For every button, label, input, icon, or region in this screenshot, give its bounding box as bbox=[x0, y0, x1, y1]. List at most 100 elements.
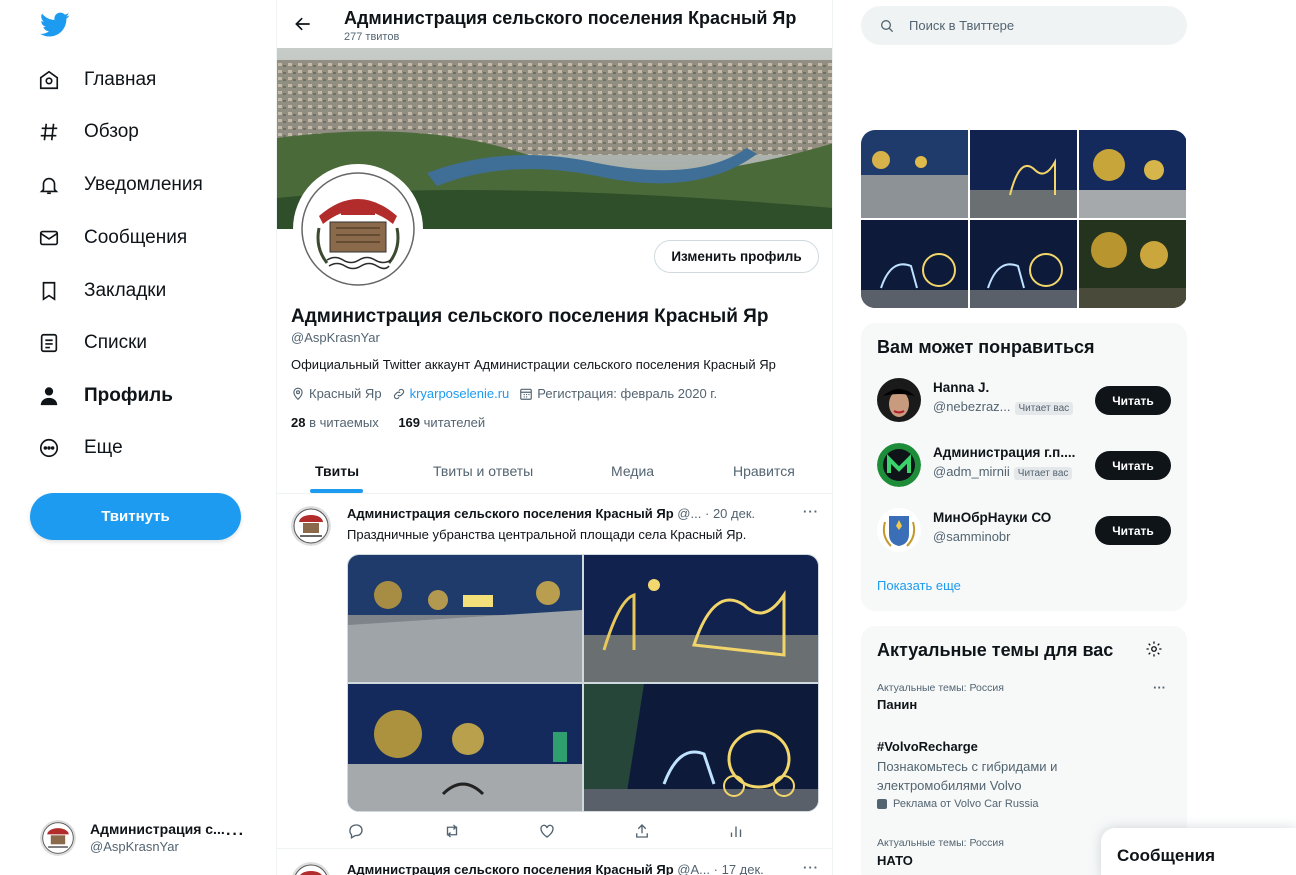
calendar-icon bbox=[520, 388, 533, 400]
nav-item-messages[interactable]: Сообщения bbox=[36, 218, 187, 258]
more-options-icon[interactable]: ··· bbox=[226, 826, 245, 844]
tweet-photo[interactable] bbox=[584, 684, 818, 811]
account-switcher[interactable]: Администрация с... @AspKrasnYar ··· bbox=[40, 818, 255, 858]
messages-drawer-title: Сообщения bbox=[1117, 846, 1215, 865]
trend-more-icon[interactable]: ··· bbox=[1153, 680, 1166, 695]
tweet-author-name[interactable]: Администрация сельского поселения Красны… bbox=[347, 862, 674, 875]
suggestion-name: Администрация г.п.... bbox=[933, 445, 1076, 460]
left-sidebar: Главная Обзор Уведомления Сообщения Закл… bbox=[0, 0, 276, 875]
nav-item-notifications[interactable]: Уведомления bbox=[36, 165, 203, 205]
tweet-author-handle: @А... bbox=[677, 862, 710, 875]
tweet-actions bbox=[347, 822, 747, 842]
tweet-photo[interactable] bbox=[348, 684, 582, 811]
media-thumb[interactable] bbox=[1079, 220, 1186, 308]
nav-item-profile[interactable]: Профиль bbox=[36, 376, 173, 416]
trend-name[interactable]: НАТО bbox=[877, 853, 913, 868]
follow-button[interactable]: Читать bbox=[1095, 386, 1171, 415]
back-arrow-icon[interactable] bbox=[293, 14, 313, 34]
bookmark-icon bbox=[36, 278, 62, 304]
profile-website-link[interactable]: kryarposelenie.ru bbox=[410, 386, 510, 401]
link-icon bbox=[393, 388, 404, 399]
follow-suggestion[interactable]: Администрация г.п.... @adm_mirnii Читает … bbox=[877, 443, 1177, 493]
reply-icon[interactable] bbox=[347, 822, 365, 840]
tweet-text: Праздничные убранства центральной площад… bbox=[347, 527, 747, 542]
profile-avatar[interactable] bbox=[293, 164, 423, 294]
trend-description: Познакомьтесь с гибридами и электромобил… bbox=[877, 759, 1058, 793]
share-icon[interactable] bbox=[633, 822, 651, 840]
trend-context: Актуальные темы: Россия bbox=[877, 837, 1004, 849]
like-icon[interactable] bbox=[538, 822, 556, 840]
analytics-icon[interactable] bbox=[727, 822, 745, 840]
avatar bbox=[877, 378, 921, 422]
follow-button[interactable]: Читать bbox=[1095, 451, 1171, 480]
tab-tweets-replies[interactable]: Твиты и ответы bbox=[433, 448, 533, 494]
nav-item-home[interactable]: Главная bbox=[36, 60, 156, 100]
edit-profile-button[interactable]: Изменить профиль bbox=[654, 240, 819, 273]
profile-bio: Официальный Twitter аккаунт Администраци… bbox=[291, 357, 776, 372]
messages-drawer[interactable]: Сообщения bbox=[1101, 828, 1296, 875]
tweet-date[interactable]: 17 дек. bbox=[722, 862, 764, 875]
nav-item-lists[interactable]: Списки bbox=[36, 323, 147, 363]
retweet-icon[interactable] bbox=[443, 822, 461, 840]
tweet-button[interactable]: Твитнуть bbox=[30, 493, 241, 540]
tab-tweets[interactable]: Твиты bbox=[315, 448, 359, 494]
nav-label: Обзор bbox=[84, 121, 139, 142]
suggestion-handle: @samminobr bbox=[933, 529, 1011, 544]
nav-item-explore[interactable]: Обзор bbox=[36, 112, 139, 152]
account-handle: @AspKrasnYar bbox=[90, 839, 179, 854]
tweet[interactable]: Администрация сельского поселения Красны… bbox=[277, 494, 832, 849]
media-thumb[interactable] bbox=[861, 130, 968, 218]
tweet-photo[interactable] bbox=[348, 555, 582, 682]
follows-you-badge: Читает вас bbox=[1013, 467, 1073, 480]
tab-likes[interactable]: Нравится bbox=[733, 448, 795, 494]
tweet-media-grid[interactable] bbox=[347, 554, 819, 812]
follow-button[interactable]: Читать bbox=[1095, 516, 1171, 545]
tweet-date[interactable]: 20 дек. bbox=[713, 506, 755, 521]
nav-item-bookmarks[interactable]: Закладки bbox=[36, 271, 166, 311]
tweet-author-name[interactable]: Администрация сельского поселения Красны… bbox=[347, 506, 674, 521]
nav-item-more[interactable]: Еще bbox=[36, 428, 123, 468]
media-thumb[interactable] bbox=[861, 220, 968, 308]
trend-context: Актуальные темы: Россия bbox=[877, 682, 1004, 694]
tab-media[interactable]: Медиа bbox=[611, 448, 654, 494]
search-input[interactable] bbox=[909, 18, 1159, 33]
media-thumb[interactable] bbox=[1079, 130, 1186, 218]
follows-you-badge: Читает вас bbox=[1014, 402, 1074, 415]
tweet-more-icon[interactable]: ··· bbox=[803, 504, 819, 519]
person-icon bbox=[36, 383, 62, 409]
trend-name[interactable]: #VolvoRecharge bbox=[877, 739, 978, 754]
follow-suggestion[interactable]: Hanna J. @nebezraz... Читает вас Читать bbox=[877, 378, 1177, 428]
avatar bbox=[40, 820, 76, 856]
trend-name[interactable]: Панин bbox=[877, 697, 917, 712]
twitter-logo-icon[interactable] bbox=[40, 12, 70, 38]
profile-handle: @AspKrasnYar bbox=[291, 330, 380, 345]
media-thumb[interactable] bbox=[970, 130, 1077, 218]
profile-header: Администрация сельского поселения Красны… bbox=[277, 0, 832, 48]
media-thumb[interactable] bbox=[970, 220, 1077, 308]
following-link[interactable]: 28 в читаемых bbox=[291, 415, 379, 430]
profile-location: Красный Яр bbox=[309, 386, 382, 401]
nav-label: Уведомления bbox=[84, 174, 203, 195]
media-preview-grid[interactable] bbox=[861, 130, 1187, 308]
tweet-photo[interactable] bbox=[584, 555, 818, 682]
bell-icon bbox=[36, 172, 62, 198]
settings-gear-icon[interactable] bbox=[1145, 640, 1163, 658]
promoted-label: Реклама от Volvo Car Russia bbox=[893, 798, 1039, 810]
nav-label: Еще bbox=[84, 437, 123, 458]
tweet[interactable]: Администрация сельского поселения Красны… bbox=[277, 850, 832, 875]
tweet-author-handle: @... bbox=[677, 506, 702, 521]
follow-suggestion[interactable]: МинОбрНауки СО @samminobr Читать bbox=[877, 508, 1177, 558]
search-box[interactable] bbox=[861, 6, 1187, 45]
tweet-more-icon[interactable]: ··· bbox=[803, 860, 819, 875]
account-name: Администрация с... bbox=[90, 821, 225, 837]
who-to-follow-title: Вам может понравиться bbox=[877, 337, 1095, 357]
page-title: Администрация сельского поселения Красны… bbox=[344, 8, 797, 28]
list-icon bbox=[36, 330, 62, 356]
suggestion-handle: @nebezraz... bbox=[933, 399, 1011, 414]
profile-tabs: Твиты Твиты и ответы Медиа Нравится bbox=[277, 448, 832, 494]
avatar[interactable] bbox=[291, 862, 331, 875]
avatar[interactable] bbox=[291, 506, 331, 546]
show-more-link[interactable]: Показать еще bbox=[877, 578, 961, 593]
nav-label: Закладки bbox=[84, 280, 167, 301]
followers-link[interactable]: 169 читателей bbox=[398, 415, 485, 430]
